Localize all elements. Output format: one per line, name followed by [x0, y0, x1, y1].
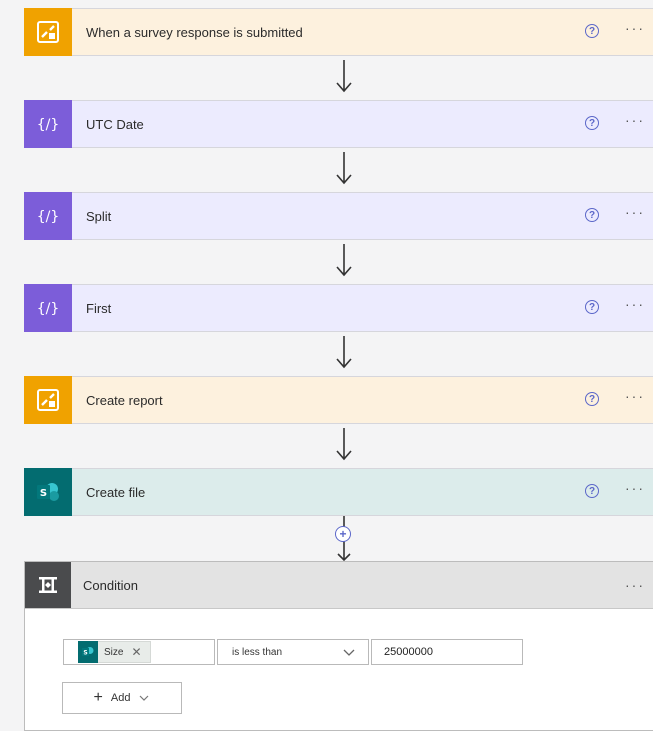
- step-title: First: [86, 300, 112, 316]
- arrow-down-icon: [336, 60, 352, 93]
- step-card-create-report[interactable]: Create report ? ···: [24, 375, 653, 424]
- step-card-survey-submitted[interactable]: When a survey response is submitted ? ··…: [24, 7, 653, 56]
- more-options-icon[interactable]: ···: [625, 205, 645, 219]
- svg-text:{/}: {/}: [37, 301, 60, 317]
- help-icon[interactable]: ?: [585, 116, 599, 130]
- arrow-down-icon: [336, 428, 352, 461]
- step-title: UTC Date: [86, 116, 144, 132]
- expression-icon: {/}: [24, 99, 72, 148]
- condition-right-operand[interactable]: 25000000: [371, 639, 523, 665]
- condition-header[interactable]: Condition ···: [25, 562, 653, 609]
- more-options-icon[interactable]: ···: [625, 389, 645, 403]
- svg-text:{/}: {/}: [37, 117, 60, 133]
- step-card-utc-date[interactable]: {/} UTC Date ? ···: [24, 99, 653, 148]
- chevron-down-icon: [343, 649, 355, 656]
- more-options-icon[interactable]: ···: [625, 113, 645, 127]
- plus-icon: +: [93, 689, 103, 706]
- condition-operator-select[interactable]: is less than: [217, 639, 369, 665]
- help-icon[interactable]: ?: [585, 208, 599, 222]
- condition-card: Condition ··· S Size ✕ is less than 2500…: [24, 561, 653, 731]
- add-button-label: Add: [110, 692, 131, 704]
- more-options-icon[interactable]: ···: [625, 297, 645, 311]
- step-title: Split: [86, 208, 112, 224]
- expression-icon: {/}: [24, 191, 72, 240]
- step-card-split[interactable]: {/} Split ? ···: [24, 191, 653, 240]
- condition-icon: [25, 562, 71, 608]
- condition-title: Condition: [83, 577, 138, 593]
- expression-icon: {/}: [24, 283, 72, 332]
- dynamic-content-token[interactable]: S Size ✕: [78, 640, 151, 663]
- svg-text:{/}: {/}: [37, 209, 60, 225]
- svg-text:S: S: [83, 649, 87, 656]
- sharepoint-icon: S: [24, 467, 72, 516]
- chevron-down-icon: [140, 695, 149, 701]
- step-card-create-file[interactable]: S Create file ? ···: [24, 467, 653, 516]
- arrow-down-icon: [336, 152, 352, 185]
- sharepoint-icon: S: [78, 640, 98, 663]
- condition-left-operand[interactable]: S Size ✕: [63, 639, 215, 665]
- insert-step-button[interactable]: +: [335, 526, 351, 542]
- step-card-first[interactable]: {/} First ? ···: [24, 283, 653, 332]
- more-options-icon[interactable]: ···: [625, 21, 645, 35]
- token-label: Size: [104, 646, 124, 658]
- svg-text:S: S: [40, 488, 47, 499]
- operand-value: 25000000: [384, 646, 433, 658]
- arrow-down-icon: [336, 336, 352, 369]
- more-options-icon[interactable]: ···: [625, 578, 645, 592]
- add-condition-button[interactable]: + Add: [62, 682, 182, 714]
- remove-token-icon[interactable]: ✕: [131, 645, 141, 659]
- step-title: Create report: [86, 392, 163, 408]
- step-title: Create file: [86, 484, 146, 500]
- forms-icon: [24, 7, 72, 56]
- operator-value: is less than: [232, 646, 283, 658]
- help-icon[interactable]: ?: [585, 484, 599, 498]
- help-icon[interactable]: ?: [585, 300, 599, 314]
- help-icon[interactable]: ?: [585, 24, 599, 38]
- more-options-icon[interactable]: ···: [625, 481, 645, 495]
- flow-canvas: When a survey response is submitted ? ··…: [0, 0, 653, 731]
- step-title: When a survey response is submitted: [86, 24, 303, 40]
- forms-icon: [24, 375, 72, 424]
- help-icon[interactable]: ?: [585, 392, 599, 406]
- arrow-down-icon: [336, 244, 352, 277]
